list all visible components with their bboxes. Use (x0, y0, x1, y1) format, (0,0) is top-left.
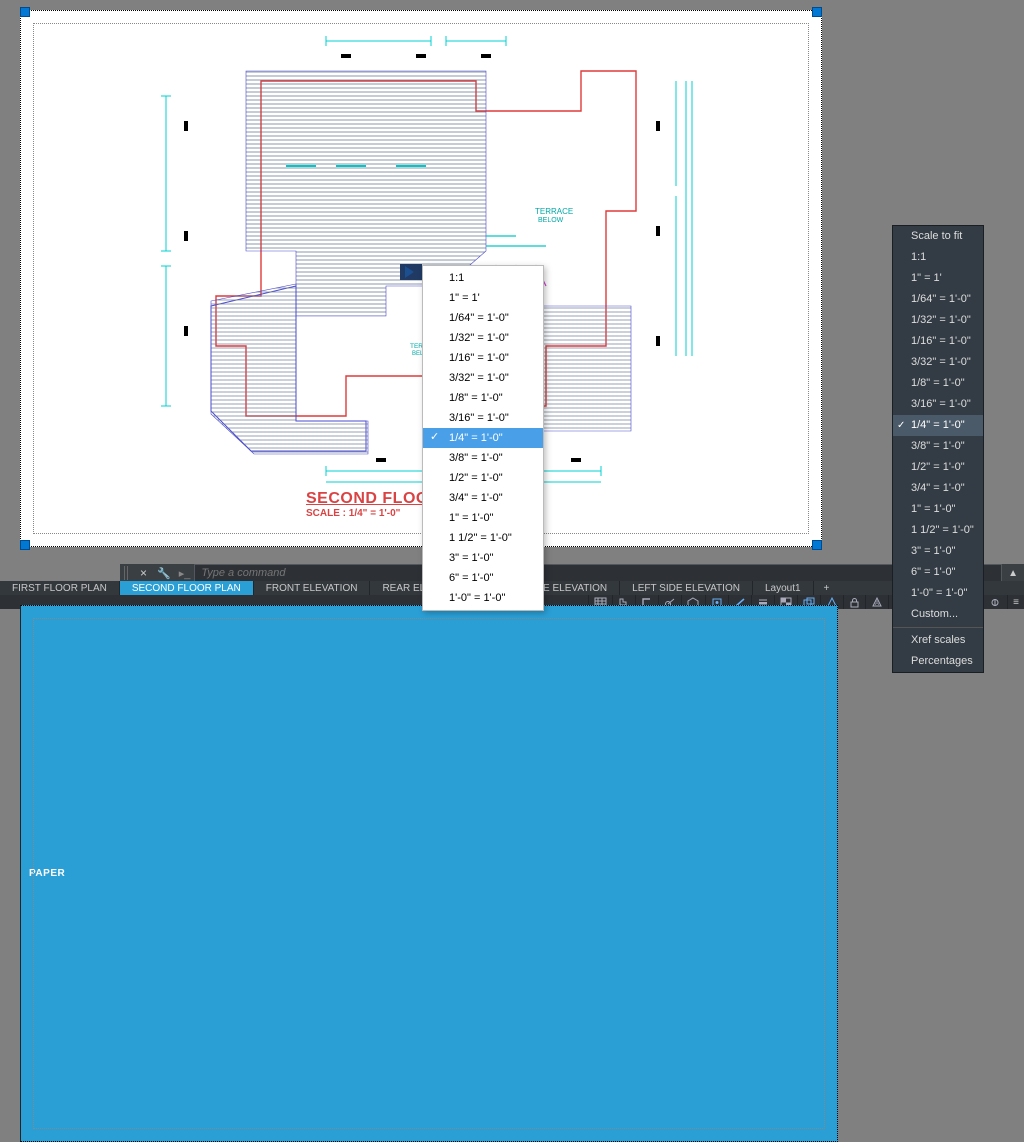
annotation-scale-icon[interactable]: A (865, 595, 888, 609)
scale-option[interactable]: 1/4" = 1'-0" (423, 428, 543, 448)
viewport-grip-bl[interactable] (20, 540, 30, 550)
scale-option[interactable]: 1'-0" = 1'-0" (423, 588, 543, 608)
annotation-autoscale-icon[interactable] (982, 595, 1007, 609)
scale-option[interactable]: 1/8" = 1'-0" (423, 388, 543, 408)
scale-option[interactable]: 3/4" = 1'-0" (893, 478, 983, 499)
viewport-grip-br[interactable] (812, 540, 822, 550)
terrace-sub: BELOW (538, 217, 564, 224)
layout-tab[interactable]: FIRST FLOOR PLAN (0, 581, 120, 595)
scale-option[interactable]: 1" = 1'-0" (893, 499, 983, 520)
viewport-grip-tl[interactable] (20, 7, 30, 17)
scale-option[interactable]: 1/32" = 1'-0" (423, 328, 543, 348)
viewport-grip-tr[interactable] (812, 7, 822, 17)
layout-tab[interactable]: LEFT SIDE ELEVATION (620, 581, 753, 595)
viewport-scale-menu[interactable]: 1:11" = 1'1/64" = 1'-0"1/32" = 1'-0"1/16… (422, 265, 544, 611)
scale-option[interactable]: 1/16" = 1'-0" (893, 331, 983, 352)
command-customize-icon[interactable]: 🔧 (153, 567, 175, 580)
scale-option[interactable]: 1/2" = 1'-0" (423, 468, 543, 488)
terrace-label: TERRACE (535, 207, 573, 216)
scale-option[interactable]: 3/8" = 1'-0" (893, 436, 983, 457)
command-input[interactable] (194, 564, 1002, 582)
scale-option[interactable]: 3/32" = 1'-0" (423, 368, 543, 388)
drawing-canvas[interactable]: TERRACE BELOW TERRACE BELOW SECOND FLOOR… (0, 0, 1024, 564)
add-layout-button[interactable]: + (814, 581, 840, 595)
scale-option[interactable]: 1/16" = 1'-0" (423, 348, 543, 368)
scale-option[interactable]: 3/16" = 1'-0" (893, 394, 983, 415)
svg-text:A: A (875, 601, 879, 607)
command-history-button[interactable]: ▲ (1002, 568, 1024, 579)
scale-option[interactable]: 1" = 1' (423, 288, 543, 308)
scale-option[interactable]: 6" = 1'-0" (423, 568, 543, 588)
scale-option[interactable]: 1:1 (423, 268, 543, 288)
scale-option[interactable]: 1 1/2" = 1'-0" (423, 528, 543, 548)
scale-option[interactable]: 3/8" = 1'-0" (423, 448, 543, 468)
scale-option[interactable]: 3/32" = 1'-0" (893, 352, 983, 373)
layout-tab[interactable]: Layout1 (753, 581, 814, 595)
scale-option[interactable]: 1/64" = 1'-0" (423, 308, 543, 328)
scale-option[interactable]: 1/8" = 1'-0" (893, 373, 983, 394)
scale-option[interactable]: 1" = 1' (893, 268, 983, 289)
scale-option[interactable]: 1'-0" = 1'-0" (893, 583, 983, 604)
scale-option[interactable]: Scale to fit (893, 226, 983, 247)
customization-menu-icon[interactable]: ≡ (1007, 595, 1024, 609)
scale-option[interactable]: 3/16" = 1'-0" (423, 408, 543, 428)
scale-option[interactable]: 3/4" = 1'-0" (423, 488, 543, 508)
model-paper-toggle[interactable]: PAPER (20, 605, 838, 1142)
command-prompt-icon: ▸_ (175, 567, 195, 580)
command-drag-handle[interactable] (124, 566, 130, 580)
command-line[interactable]: × 🔧 ▸_ ▲ (120, 564, 1024, 582)
scale-option[interactable]: 1:1 (893, 247, 983, 268)
scale-option[interactable]: 3" = 1'-0" (893, 541, 983, 562)
scale-option[interactable]: 1/2" = 1'-0" (893, 457, 983, 478)
scale-option[interactable]: Custom... (893, 604, 983, 625)
scale-option[interactable]: 1/4" = 1'-0" (893, 415, 983, 436)
viewport-scale-grip[interactable] (400, 264, 422, 280)
lock-ui-icon[interactable] (843, 595, 865, 609)
scale-option[interactable]: 3" = 1'-0" (423, 548, 543, 568)
scale-option[interactable]: Percentages (893, 651, 983, 672)
statusbar-scale-menu[interactable]: Scale to fit1:11" = 1'1/64" = 1'-0"1/32"… (892, 225, 984, 673)
scale-option[interactable]: 1/64" = 1'-0" (893, 289, 983, 310)
scale-option[interactable]: 1 1/2" = 1'-0" (893, 520, 983, 541)
scale-option[interactable]: 1/32" = 1'-0" (893, 310, 983, 331)
menu-separator (893, 627, 983, 628)
scale-option[interactable]: 1" = 1'-0" (423, 508, 543, 528)
layout-tab[interactable]: FRONT ELEVATION (254, 581, 371, 595)
layout-tab[interactable]: SECOND FLOOR PLAN (120, 581, 254, 595)
command-close-button[interactable]: × (134, 566, 153, 580)
scale-option[interactable]: 6" = 1'-0" (893, 562, 983, 583)
scale-option[interactable]: Xref scales (893, 630, 983, 651)
